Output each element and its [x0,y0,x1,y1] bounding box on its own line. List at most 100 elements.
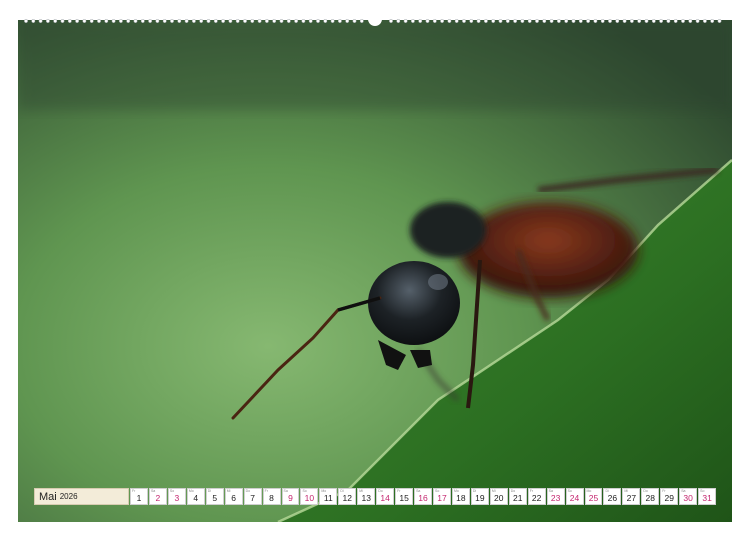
binding-hole [221,19,226,23]
day-cell: Mo 18 [451,488,470,505]
day-weekday: Do [378,489,383,493]
day-number: 11 [323,492,333,503]
binding-hole [673,19,678,23]
day-weekday: So [700,489,705,493]
binding-hole [359,19,364,23]
day-cell: Sa 9 [281,488,300,505]
day-weekday: So [435,489,440,493]
binding-hole [323,19,328,23]
day-number: 30 [683,492,693,503]
day-number: 25 [588,492,599,503]
day-number: 22 [531,492,542,503]
binding-hole [235,19,240,23]
binding-hole [695,19,700,23]
binding-hole [702,19,707,23]
binding-hole [118,19,123,23]
binding-hole [440,19,445,23]
day-weekday: Fr [662,489,666,493]
binding-hole [608,19,612,23]
binding-hole [483,19,488,23]
day-cell: Fr 8 [262,488,281,505]
day-weekday: Mo [188,489,194,493]
day-number: 1 [136,492,142,503]
day-cell: Mo 4 [186,488,205,505]
day-weekday: Mi [491,489,496,493]
binding-hole [498,19,503,23]
day-cell: Sa 2 [148,488,167,505]
binding-hole [717,19,722,23]
binding-hole [644,19,649,23]
binding-hole [571,19,576,23]
binding-hole [637,19,642,23]
day-weekday: Mo [321,489,327,493]
binding-hole [469,19,474,23]
binding-hole [681,19,685,23]
binding-hole [337,19,342,23]
binding-hole [527,19,532,23]
binding-hole [67,19,72,23]
day-cells: Fr 1 Sa 2 So 3 Mo 4 Di 5 Mi 6 Do 7 Fr 8 Sa 9 So 10 Mo 11 Di 12 M… [130,488,717,505]
day-number: 2 [155,492,161,503]
day-cell: So 17 [433,488,451,505]
ant-illustration [18,20,732,522]
binding-hole [345,19,350,23]
binding-hole [462,19,466,23]
binding-hole [600,19,605,23]
calendar-strip: Mai 2026 Fr 1 Sa 2 So 3 Mo 4 Di 5 Mi 6 Do 7 Fr 8 Sa 9 So 10… [34,488,717,505]
binding-hole [162,19,167,23]
day-weekday: So [169,489,175,493]
binding-hole [140,19,145,23]
binding-hole [659,19,664,23]
binding-holes [24,14,722,26]
day-cell: Mo 25 [584,488,603,505]
day-number: 19 [475,492,485,503]
binding-hole [389,19,393,23]
day-cell: Mi 27 [622,488,641,505]
day-number: 26 [607,492,618,503]
binding-hole [425,19,430,23]
day-weekday: Mo [586,489,592,493]
month-year: 2026 [59,492,78,501]
day-weekday: Mi [359,489,363,493]
binding-hole [97,19,101,23]
day-cell: Sa 23 [546,488,565,505]
day-number: 15 [399,492,409,503]
month-name: Mai [39,490,57,503]
binding-hole [615,19,620,23]
binding-hole [250,19,255,23]
day-cell: Fr 1 [130,488,148,505]
day-weekday: Mi [226,489,231,493]
binding-hole [75,19,80,23]
day-cell: So 31 [698,488,717,505]
day-cell: Sa 30 [679,488,698,505]
binding-hole [491,19,496,23]
binding-hole [294,19,299,23]
binding-hole [432,19,437,23]
binding-hole [476,19,481,23]
day-cell: Do 21 [508,488,527,505]
day-number: 17 [437,492,447,503]
day-number: 18 [456,492,466,503]
day-weekday: Fr [264,489,268,493]
binding-hole [170,19,174,23]
day-number: 7 [250,492,255,503]
binding-hole [666,19,671,23]
binding-hole [316,19,320,23]
month-label: Mai 2026 [34,488,129,505]
binding-hole [520,19,525,23]
day-number: 28 [645,492,656,503]
day-number: 14 [380,492,390,503]
binding-hole [564,19,569,23]
day-cell: So 24 [565,488,584,505]
day-weekday: Mo [453,489,459,493]
day-cell: Do 28 [641,488,660,505]
day-cell: Di 12 [338,488,357,505]
binding-hole [549,19,554,23]
day-cell: Do 14 [376,488,395,505]
binding-hole [396,19,401,23]
day-weekday: Fr [132,489,136,493]
binding-hole [593,19,598,23]
binding-hole [410,19,415,23]
binding-hole [556,19,561,23]
day-number: 23 [550,492,561,503]
